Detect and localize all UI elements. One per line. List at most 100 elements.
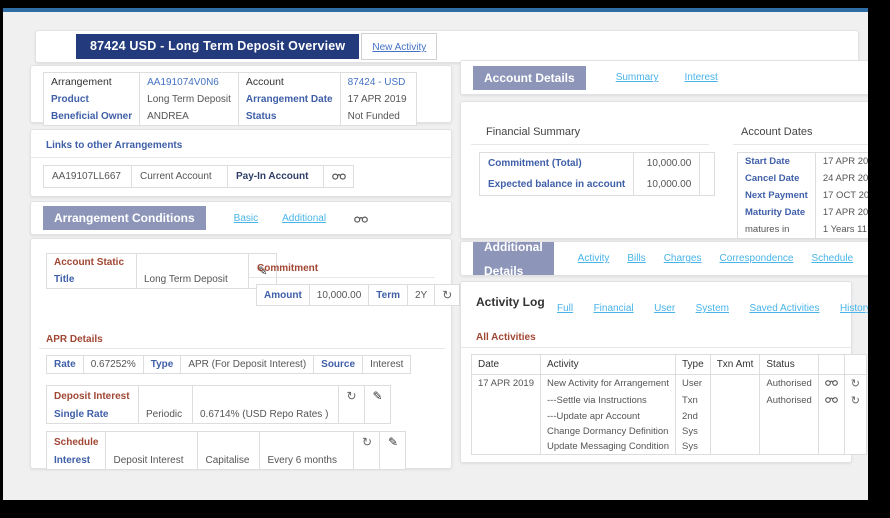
- status-value: Not Funded: [340, 108, 416, 126]
- product-value: Long Term Deposit: [140, 91, 239, 108]
- divider: [249, 277, 435, 278]
- commitment-heading: Commitment: [257, 263, 318, 274]
- refresh-schedule-cell[interactable]: ↻: [354, 432, 380, 453]
- new-activity-label[interactable]: New Activity: [372, 42, 426, 53]
- type-label: Type: [143, 356, 181, 374]
- links-card: Links to other Arrangements AA19107LL667…: [30, 129, 452, 197]
- glasses-icon[interactable]: [825, 395, 838, 403]
- table-row: Update Messaging Condition Sys: [472, 439, 867, 455]
- filter-full[interactable]: Full: [557, 303, 573, 314]
- activity-date: [472, 439, 541, 455]
- tab-correspondence[interactable]: Correspondence: [720, 253, 794, 264]
- arrangement-date-value: 17 APR 2019: [340, 91, 416, 108]
- rate-value: 0.67252%: [83, 356, 143, 374]
- tab-activity[interactable]: Activity: [578, 253, 610, 264]
- tab-additional[interactable]: Additional: [282, 213, 326, 224]
- activity-date: [472, 424, 541, 439]
- arrangement-id-link[interactable]: AA191074V0N6: [140, 73, 239, 92]
- activity-desc: Update Messaging Condition: [541, 439, 676, 455]
- refresh-commitment-cell[interactable]: ↻: [435, 285, 460, 306]
- table-row: Schedule ↻ ✎: [47, 432, 406, 453]
- empty-cell: [818, 439, 844, 455]
- table-header-row: Date Activity Type Txn Amt Status: [472, 355, 867, 375]
- account-static-heading: Account Static: [47, 254, 137, 272]
- pencil-icon[interactable]: ✎: [372, 389, 382, 403]
- amount-value: 10,000.00: [309, 285, 369, 306]
- arrangement-conditions-badge: Arrangement Conditions: [43, 206, 206, 230]
- amount-label: Amount: [257, 285, 310, 306]
- filter-system[interactable]: System: [696, 303, 729, 314]
- start-date-value: 17 APR 2019: [815, 153, 868, 171]
- account-static-table: Account Static ✎ Title Long Term Deposit: [46, 253, 277, 289]
- account-id-link[interactable]: 87424 - USD: [340, 73, 416, 92]
- activity-txn-amt: [710, 424, 760, 439]
- filter-financial[interactable]: Financial: [594, 303, 634, 314]
- view-activity-cell[interactable]: [818, 392, 844, 409]
- financial-summary-heading: Financial Summary: [486, 126, 580, 138]
- refresh-deposit-interest-cell[interactable]: ↻: [339, 386, 365, 407]
- tab-interest[interactable]: Interest: [684, 72, 717, 83]
- divider: [39, 348, 445, 349]
- top-accent-bar: [3, 8, 868, 12]
- arrangement-label: Arrangement: [44, 73, 140, 92]
- refresh-icon[interactable]: ↻: [442, 288, 452, 302]
- tab-schedule[interactable]: Schedule: [811, 253, 853, 264]
- activity-type: 2nd: [676, 409, 711, 424]
- additional-details-header-card: Additional Details Activity Bills Charge…: [460, 241, 868, 276]
- col-status: Status: [760, 355, 818, 375]
- refresh-icon[interactable]: ↻: [851, 394, 860, 407]
- refresh-icon[interactable]: ↻: [362, 435, 372, 449]
- account-label: Account: [238, 73, 340, 92]
- activity-status: Authorised: [760, 375, 818, 393]
- refresh-icon[interactable]: ↻: [851, 377, 860, 390]
- glasses-icon[interactable]: [825, 378, 838, 386]
- edit-deposit-interest-cell[interactable]: ✎: [365, 386, 391, 407]
- schedule-type-value: Deposit Interest: [106, 452, 198, 470]
- arrangement-overview-table: Arrangement AA191074V0N6 Account 87424 -…: [43, 72, 417, 126]
- arrangement-overview-card: Arrangement AA191074V0N6 Account 87424 -…: [30, 65, 452, 123]
- filter-saved-activities[interactable]: Saved Activities: [749, 303, 819, 314]
- filter-history[interactable]: History: [840, 303, 868, 314]
- filter-user[interactable]: User: [654, 303, 675, 314]
- next-payment-label: Next Payment: [738, 187, 816, 204]
- pencil-icon[interactable]: ✎: [388, 435, 398, 449]
- term-value: 2Y: [408, 285, 435, 306]
- all-activities-table: Date Activity Type Txn Amt Status 17 APR…: [471, 354, 867, 455]
- reverse-activity-cell[interactable]: ↻: [844, 392, 866, 409]
- glasses-icon[interactable]: [332, 171, 346, 180]
- table-row: matures in 1 Years 11 Months 30 Days: [738, 221, 869, 239]
- tab-basic[interactable]: Basic: [234, 213, 258, 224]
- refresh-icon[interactable]: ↻: [346, 389, 356, 403]
- deposit-interest-table: Deposit Interest ↻ ✎ Single Rate Periodi…: [46, 385, 391, 424]
- start-date-label: Start Date: [738, 153, 816, 171]
- product-label: Product: [44, 91, 140, 108]
- tab-bills[interactable]: Bills: [627, 253, 645, 264]
- title-field-label: Title: [47, 271, 137, 289]
- view-activity-cell[interactable]: [818, 375, 844, 393]
- view-link-cell[interactable]: [324, 166, 354, 188]
- activity-type: Sys: [676, 424, 711, 439]
- divider: [471, 144, 709, 145]
- schedule-method-value: Capitalise: [198, 452, 260, 470]
- table-row: 17 APR 2019 New Activity for Arrangement…: [472, 375, 867, 393]
- activity-type: Txn: [676, 392, 711, 409]
- glasses-icon[interactable]: [354, 214, 368, 223]
- single-rate-label: Single Rate: [47, 406, 139, 424]
- reverse-activity-cell[interactable]: ↻: [844, 375, 866, 393]
- source-value: Interest: [363, 356, 411, 374]
- edit-schedule-cell[interactable]: ✎: [380, 432, 406, 453]
- apr-details-table: Rate 0.67252% Type APR (For Deposit Inte…: [46, 355, 411, 374]
- table-row: Expected balance in account 10,000.00: [480, 174, 715, 196]
- activity-date: [472, 392, 541, 409]
- account-details-header-card: Account Details Summary Interest: [460, 60, 868, 95]
- table-row: ---Settle via Instructions Txn Authorise…: [472, 392, 867, 409]
- schedule-frequency-value: Every 6 months: [260, 452, 354, 470]
- activity-date: 17 APR 2019: [472, 375, 541, 393]
- tab-summary[interactable]: Summary: [616, 72, 659, 83]
- commitment-total-label: Commitment (Total): [480, 153, 634, 175]
- activity-status: [760, 409, 818, 424]
- new-activity-button[interactable]: New Activity: [361, 33, 437, 60]
- table-row: Start Date 17 APR 2019: [738, 153, 869, 171]
- links-table: AA19107LL667 Current Account Pay-In Acco…: [43, 165, 354, 188]
- tab-charges[interactable]: Charges: [664, 253, 702, 264]
